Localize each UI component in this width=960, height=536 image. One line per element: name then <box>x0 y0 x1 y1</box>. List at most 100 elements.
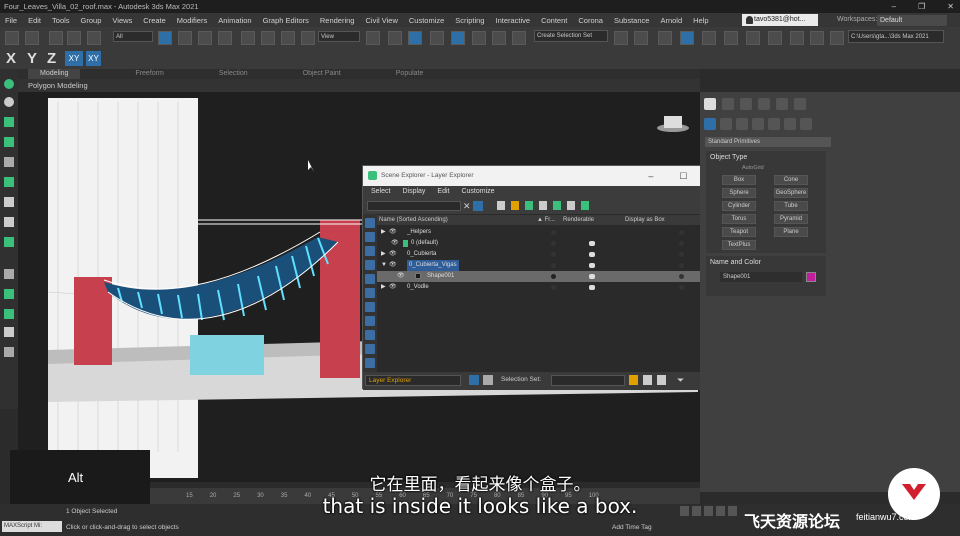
freeze-dot-icon[interactable] <box>551 230 556 235</box>
minimize-icon[interactable]: – <box>892 0 896 13</box>
modify-tab-icon[interactable] <box>722 98 734 110</box>
shape-icon[interactable] <box>4 117 14 127</box>
curve-editor-icon[interactable] <box>724 31 738 45</box>
menu-corona[interactable]: Corona <box>578 16 603 25</box>
system-icon[interactable] <box>4 237 14 247</box>
maximize-icon[interactable]: ❐ <box>918 0 925 13</box>
eye-icon[interactable]: 👁 <box>391 238 399 249</box>
sphere-button[interactable]: Sphere <box>722 188 756 198</box>
link-icon-2[interactable] <box>4 327 14 337</box>
axis-x-button[interactable]: X <box>6 50 16 67</box>
create-icon[interactable] <box>4 79 14 89</box>
light-icon[interactable] <box>4 137 14 147</box>
cone-button[interactable]: Cone <box>774 175 808 185</box>
freeze-dot-icon[interactable] <box>551 241 556 246</box>
copy-icon[interactable] <box>643 375 652 385</box>
rect-select-icon[interactable] <box>198 31 212 45</box>
menu-create[interactable]: Create <box>143 16 166 25</box>
tab-populate[interactable]: Populate <box>396 69 424 79</box>
menu-customize[interactable]: Customize <box>409 16 444 25</box>
undo-icon[interactable] <box>5 31 19 45</box>
display-groups-icon[interactable] <box>365 302 375 312</box>
box-dot-icon[interactable] <box>679 285 684 290</box>
material-editor-icon[interactable] <box>768 31 782 45</box>
move-icon[interactable] <box>241 31 255 45</box>
link-icon[interactable] <box>49 31 63 45</box>
maxscript-listener[interactable]: MAXScript Mi: <box>2 521 62 532</box>
pin-icon[interactable] <box>629 375 638 385</box>
list-icon[interactable] <box>4 157 14 167</box>
object-row-shape001[interactable]: 👁 Shape001 <box>377 271 727 282</box>
project-path-field[interactable]: C:\Users\gta...\3ds Max 2021 <box>848 30 944 43</box>
renderable-teapot-icon[interactable] <box>589 263 595 268</box>
layer-explorer-icon[interactable] <box>680 31 694 45</box>
systems-icon[interactable] <box>800 118 812 130</box>
axis-y-button[interactable]: Y <box>27 50 37 67</box>
clear-find-icon[interactable]: ✕ <box>463 201 471 212</box>
reference-coordinate-dropdown[interactable]: View <box>318 31 360 42</box>
explorer-menu-select[interactable]: Select <box>371 186 390 198</box>
select-manipulate-icon[interactable] <box>388 31 402 45</box>
layer-row-default[interactable]: 👁 0 (default) <box>377 238 727 249</box>
extra-icon[interactable] <box>4 347 14 357</box>
display-spacewarps-icon[interactable] <box>365 288 375 298</box>
column-renderable[interactable]: Renderable <box>563 215 594 225</box>
explorer-menu-edit[interactable]: Edit <box>437 186 449 198</box>
renderable-teapot-icon[interactable] <box>589 241 595 246</box>
box-dot-icon[interactable] <box>679 230 684 235</box>
select-by-name-icon[interactable] <box>178 31 192 45</box>
renderable-teapot-icon[interactable] <box>589 252 595 257</box>
render-setup-icon[interactable] <box>790 31 804 45</box>
tab-selection[interactable]: Selection <box>219 69 248 79</box>
layer-view-icon[interactable] <box>469 375 479 385</box>
teapot-button[interactable]: Teapot <box>722 227 756 237</box>
select-layer-icon[interactable] <box>553 201 561 210</box>
axis-xy-toggle-button[interactable]: XY <box>86 51 101 66</box>
display-cameras-icon[interactable] <box>365 260 375 270</box>
mirror-icon[interactable] <box>614 31 628 45</box>
workspace-select[interactable]: Default <box>877 15 947 26</box>
expand-arrow-icon[interactable]: ▶ <box>381 282 386 293</box>
viewcube-icon[interactable] <box>657 116 689 132</box>
select-object-icon[interactable] <box>158 31 172 45</box>
tab-freeform[interactable]: Freeform <box>135 69 163 79</box>
rotate-icon[interactable] <box>261 31 275 45</box>
lock-icon[interactable] <box>497 201 505 210</box>
display-tab-icon[interactable] <box>776 98 788 110</box>
renderable-teapot-icon[interactable] <box>589 274 595 279</box>
name-color-header[interactable]: Name and Color <box>706 256 826 269</box>
box-dot-icon[interactable] <box>679 263 684 268</box>
space-warp-icon[interactable] <box>4 217 14 227</box>
display-containers-icon[interactable] <box>365 344 375 354</box>
render-frame-icon[interactable] <box>810 31 824 45</box>
freeze-dot-icon[interactable] <box>551 263 556 268</box>
menu-graph-editors[interactable]: Graph Editors <box>263 16 309 25</box>
add-time-tag[interactable]: Add Time Tag <box>612 524 652 531</box>
column-name[interactable]: Name (Sorted Ascending) <box>379 215 448 225</box>
tab-modeling[interactable]: Modeling <box>28 69 81 79</box>
make-current-icon[interactable] <box>539 201 547 210</box>
unlink-icon[interactable] <box>67 31 81 45</box>
place-icon[interactable] <box>301 31 315 45</box>
menu-scripting[interactable]: Scripting <box>455 16 484 25</box>
align-icon[interactable] <box>634 31 648 45</box>
menu-tools[interactable]: Tools <box>52 16 70 25</box>
menu-interactive[interactable]: Interactive <box>495 16 530 25</box>
schematic-view-icon[interactable] <box>746 31 760 45</box>
display-xrefs-icon[interactable] <box>365 316 375 326</box>
scale-icon[interactable] <box>281 31 295 45</box>
column-display-as-box[interactable]: Display as Box <box>625 215 665 225</box>
freeze-layer-icon[interactable] <box>581 201 589 210</box>
render-icon[interactable] <box>830 31 844 45</box>
eye-icon[interactable]: 👁 <box>389 282 397 293</box>
utilities-tab-icon[interactable] <box>794 98 806 110</box>
helper-icon[interactable] <box>4 177 14 187</box>
scene-explorer-window[interactable]: Scene Explorer - Layer Explorer – ☐ ✕ Se… <box>362 165 727 390</box>
freeze-dot-icon[interactable] <box>551 274 556 279</box>
menu-arnold[interactable]: Arnold <box>660 16 682 25</box>
menu-substance[interactable]: Substance <box>614 16 649 25</box>
axis-z-button[interactable]: Z <box>47 50 56 67</box>
object-name-field[interactable]: Shape001 <box>720 272 802 282</box>
shapes-icon[interactable] <box>720 118 732 130</box>
display-frozen-icon[interactable] <box>365 358 375 368</box>
